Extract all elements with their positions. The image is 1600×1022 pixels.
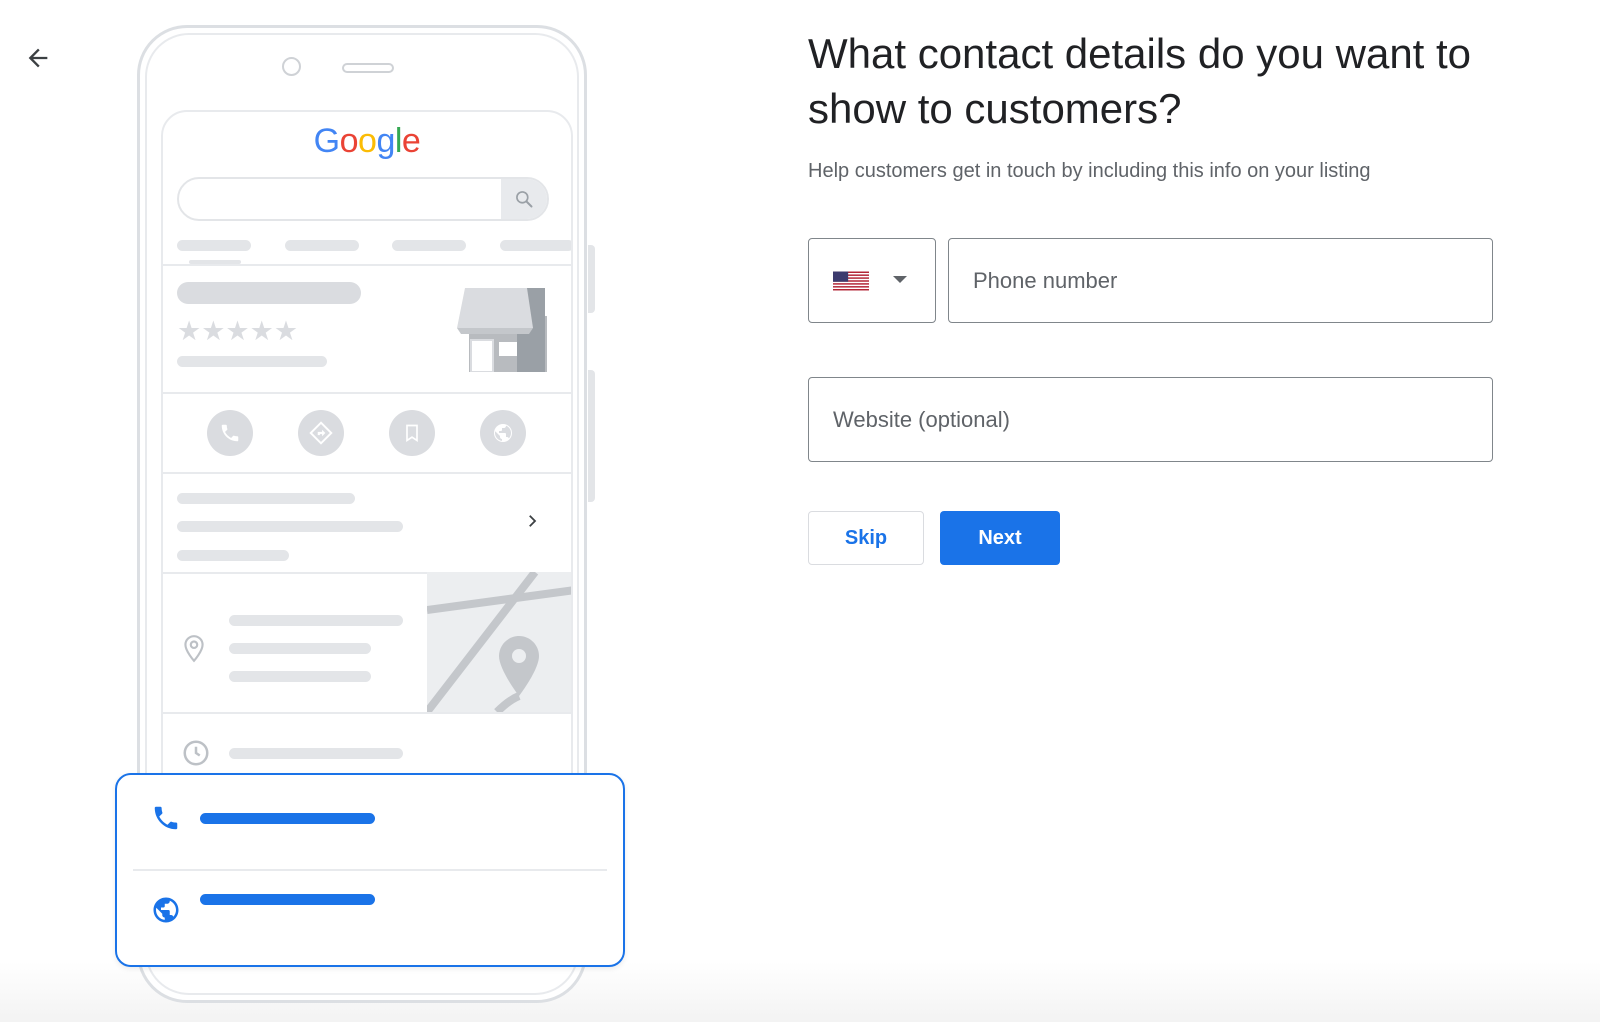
divider (163, 264, 571, 266)
logo-letter: o (339, 122, 359, 160)
illustration-search-box (177, 177, 549, 221)
phone-number-field (948, 238, 1493, 323)
page-subtitle: Help customers get in touch by including… (808, 160, 1371, 182)
phone-illustration: Google ★★★★★ (0, 0, 660, 1022)
rating-stars: ★★★★★ (177, 316, 299, 346)
logo-letter: e (401, 122, 421, 160)
map-thumbnail (427, 572, 571, 712)
country-code-select[interactable] (808, 238, 936, 323)
phone-placeholder-line (200, 813, 375, 824)
globe-icon (480, 410, 526, 456)
divider (133, 869, 607, 871)
placeholder-line (177, 356, 327, 367)
divider (163, 472, 571, 474)
divider (163, 392, 571, 394)
placeholder-line (177, 240, 251, 251)
placeholder-line (500, 240, 571, 251)
chevron-right-icon (529, 515, 537, 527)
chevron-down-icon (893, 276, 907, 283)
logo-letter: o (358, 122, 377, 160)
page-title: What contact details do you want to show… (808, 30, 1472, 132)
website-placeholder-line (200, 894, 375, 905)
phone-camera (282, 57, 301, 76)
placeholder-line (177, 550, 289, 561)
bookmark-icon (389, 410, 435, 456)
next-button[interactable]: Next (940, 511, 1060, 565)
phone-screen: Google ★★★★★ (161, 110, 573, 870)
clock-icon (183, 740, 209, 766)
contact-details-card (115, 773, 625, 967)
phone-side-button (588, 370, 595, 502)
phone-side-button (588, 245, 595, 313)
website-field (808, 377, 1493, 462)
phone-icon (154, 806, 178, 830)
placeholder-line (177, 521, 403, 532)
phone-icon (207, 410, 253, 456)
placeholder-line (285, 240, 359, 251)
directions-icon (298, 410, 344, 456)
placeholder-line (177, 282, 361, 304)
search-icon (501, 179, 547, 219)
us-flag-icon (833, 271, 869, 291)
phone-speaker (342, 63, 394, 73)
logo-letter: l (394, 122, 403, 160)
logo-letter: G (313, 122, 340, 160)
google-logo: Google (163, 122, 571, 161)
phone-number-input[interactable] (949, 239, 1492, 322)
storefront-icon (457, 288, 547, 372)
skip-button[interactable]: Skip (808, 511, 924, 565)
placeholder-line (177, 493, 355, 504)
placeholder-line (229, 643, 371, 654)
placeholder-line (392, 240, 466, 251)
placeholder-line (229, 615, 403, 626)
globe-icon (153, 897, 179, 923)
logo-letter: g (376, 122, 395, 160)
placeholder-line (229, 671, 371, 682)
placeholder-line (229, 748, 403, 759)
website-input[interactable] (809, 378, 1492, 461)
divider (163, 712, 571, 714)
location-pin-icon (184, 635, 204, 663)
